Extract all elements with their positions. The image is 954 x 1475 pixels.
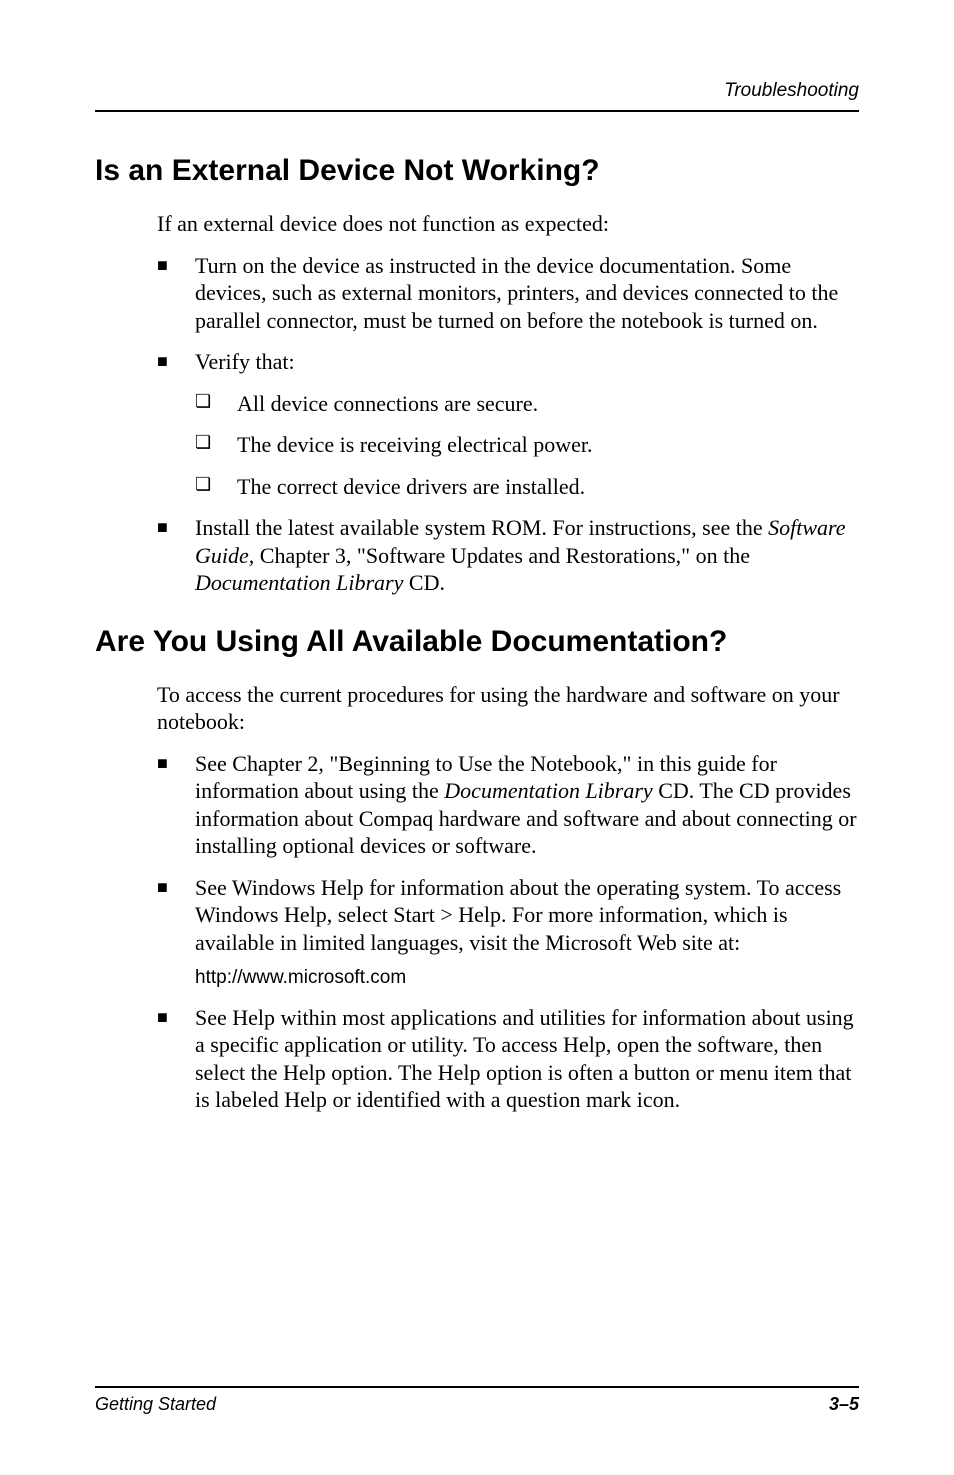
sub-list: All device connections are secure. The d… bbox=[195, 390, 859, 501]
page-footer: Getting Started 3–5 bbox=[95, 1386, 859, 1415]
footer-left: Getting Started bbox=[95, 1394, 216, 1415]
url-text: http://www.microsoft.com bbox=[195, 966, 859, 990]
text-fragment: CD. bbox=[403, 570, 445, 595]
footer-row: Getting Started 3–5 bbox=[95, 1394, 859, 1415]
sub-list-item: The device is receiving electrical power… bbox=[195, 431, 859, 459]
sub-list-item: All device connections are secure. bbox=[195, 390, 859, 418]
list-item-text: See Help within most applications and ut… bbox=[195, 1005, 854, 1113]
footer-page-number: 3–5 bbox=[829, 1394, 859, 1415]
text-fragment: Install the latest available system ROM.… bbox=[195, 515, 768, 540]
header-rule bbox=[95, 110, 859, 112]
list-item-text: See Windows Help for information about t… bbox=[195, 875, 841, 955]
list-item: Turn on the device as instructed in the … bbox=[157, 252, 859, 335]
running-header: Troubleshooting bbox=[95, 80, 859, 102]
section2-bullet-list: See Chapter 2, "Beginning to Use the Not… bbox=[157, 750, 859, 1114]
section-heading-2: Are You Using All Available Documentatio… bbox=[95, 625, 859, 659]
list-item: See Windows Help for information about t… bbox=[157, 874, 859, 990]
list-item: Install the latest available system ROM.… bbox=[157, 514, 859, 597]
footer-rule bbox=[95, 1386, 859, 1388]
italic-text: Documentation Library bbox=[195, 570, 403, 595]
sub-list-item: The correct device drivers are installed… bbox=[195, 473, 859, 501]
text-fragment: Chapter 3, "Software Updates and Restora… bbox=[254, 543, 750, 568]
section1-bullet-list: Turn on the device as instructed in the … bbox=[157, 252, 859, 597]
list-item-text: Verify that: bbox=[195, 349, 295, 374]
list-item-text: Turn on the device as instructed in the … bbox=[195, 253, 838, 333]
section2-intro: To access the current procedures for usi… bbox=[157, 681, 859, 736]
section1-intro: If an external device does not function … bbox=[157, 210, 859, 238]
list-item: See Help within most applications and ut… bbox=[157, 1004, 859, 1114]
italic-text: Documentation Library bbox=[444, 778, 652, 803]
list-item: Verify that: All device connections are … bbox=[157, 348, 859, 500]
section-heading-1: Is an External Device Not Working? bbox=[95, 154, 859, 188]
list-item: See Chapter 2, "Beginning to Use the Not… bbox=[157, 750, 859, 860]
